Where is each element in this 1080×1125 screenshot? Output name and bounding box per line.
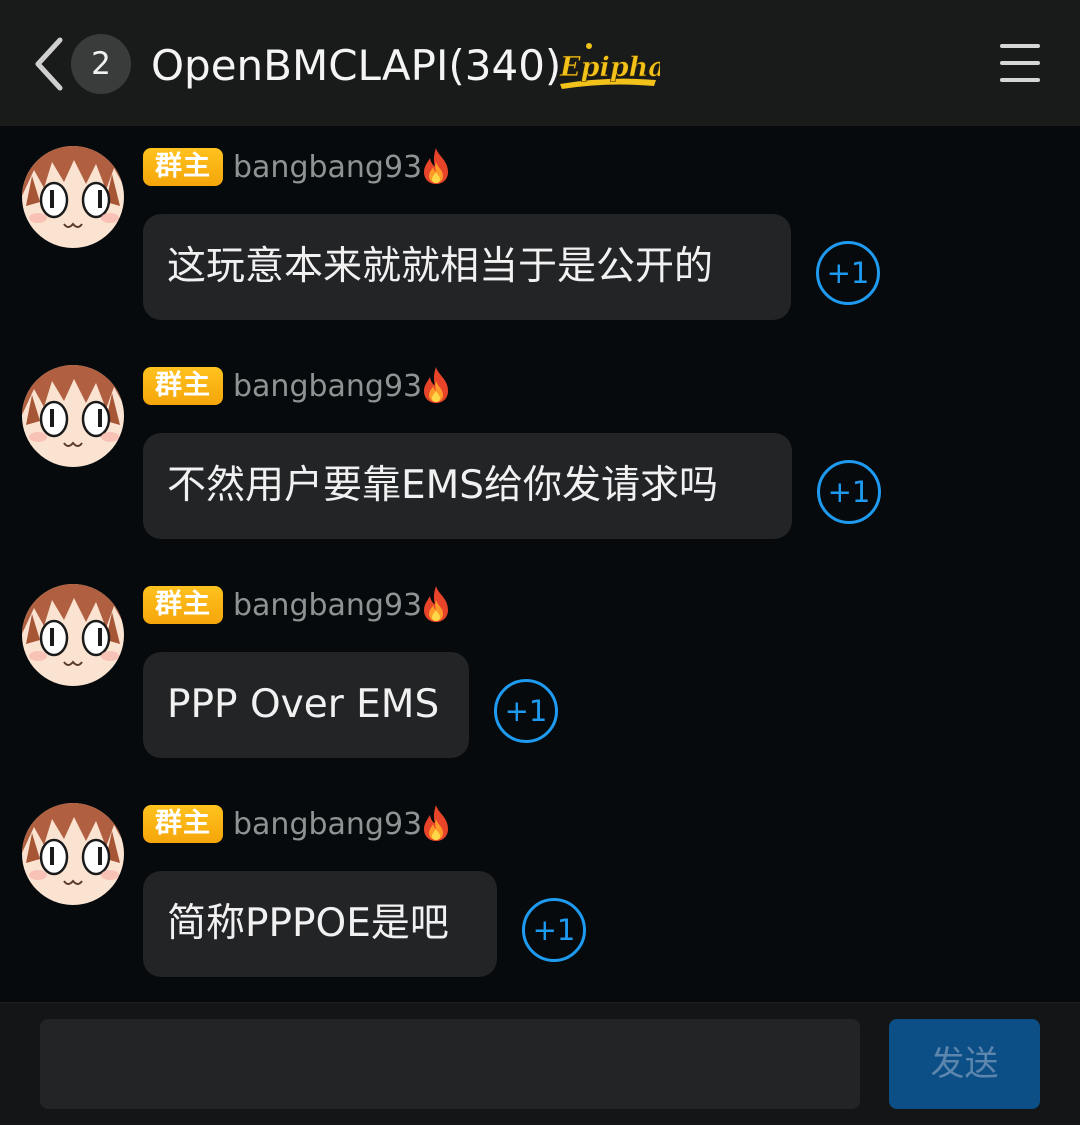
epiphany-logo: Epiphany bbox=[556, 40, 704, 90]
send-button[interactable]: 发送 bbox=[889, 1019, 1040, 1109]
message-item: 群主 bangbang93 简称PPPOE是吧 +1 bbox=[0, 783, 1080, 983]
sender-name[interactable]: bangbang93 bbox=[233, 367, 422, 407]
message-bubble[interactable]: 这玩意本来就就相当于是公开的 bbox=[143, 214, 791, 320]
plus-one-button[interactable]: +1 bbox=[816, 241, 880, 305]
avatar[interactable] bbox=[22, 365, 124, 467]
chat-title: OpenBMCLAPI(340) bbox=[151, 41, 562, 90]
message-input[interactable] bbox=[40, 1019, 860, 1109]
sender-name[interactable]: bangbang93 bbox=[233, 586, 422, 626]
unread-count-badge[interactable]: 2 bbox=[71, 34, 131, 94]
avatar[interactable] bbox=[22, 803, 124, 905]
chevron-left-icon bbox=[35, 37, 63, 91]
message-item: 群主 bangbang93 这玩意本来就就相当于是公开的 +1 bbox=[0, 126, 1080, 326]
sender-name[interactable]: bangbang93 bbox=[233, 805, 422, 845]
fire-icon bbox=[418, 146, 454, 186]
chat-header: 2 OpenBMCLAPI(340) Epiphany bbox=[0, 0, 1080, 126]
fire-icon bbox=[418, 803, 454, 843]
hamburger-menu-icon bbox=[1000, 44, 1040, 48]
role-badge: 群主 bbox=[143, 586, 223, 624]
role-badge: 群主 bbox=[143, 805, 223, 843]
avatar[interactable] bbox=[22, 584, 124, 686]
menu-button[interactable] bbox=[996, 40, 1044, 86]
message-bubble[interactable]: PPP Over EMS bbox=[143, 652, 469, 758]
composer-bar: 发送 bbox=[0, 1002, 1080, 1125]
svg-text:Epiphany: Epiphany bbox=[559, 52, 660, 83]
message-item: 群主 bangbang93 PPP Over EMS +1 bbox=[0, 564, 1080, 764]
plus-one-button[interactable]: +1 bbox=[817, 460, 881, 524]
role-badge: 群主 bbox=[143, 367, 223, 405]
fire-icon bbox=[418, 365, 454, 405]
message-item: 群主 bangbang93 不然用户要靠EMS给你发请求吗 +1 bbox=[0, 345, 1080, 545]
back-button[interactable] bbox=[28, 34, 72, 94]
sender-name[interactable]: bangbang93 bbox=[233, 148, 422, 188]
plus-one-button[interactable]: +1 bbox=[494, 679, 558, 743]
plus-one-button[interactable]: +1 bbox=[522, 898, 586, 962]
fire-icon bbox=[418, 584, 454, 624]
message-bubble[interactable]: 简称PPPOE是吧 bbox=[143, 871, 497, 977]
message-bubble[interactable]: 不然用户要靠EMS给你发请求吗 bbox=[143, 433, 792, 539]
avatar[interactable] bbox=[22, 146, 124, 248]
role-badge: 群主 bbox=[143, 148, 223, 186]
